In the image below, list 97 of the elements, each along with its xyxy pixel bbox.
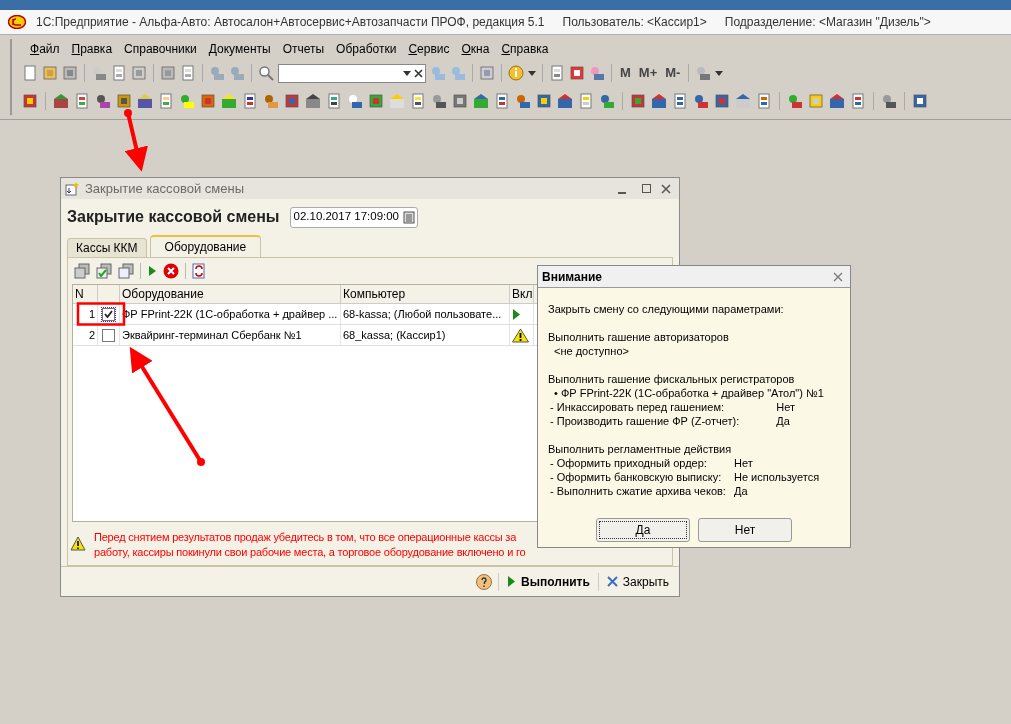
dialog-text: - Производить гашение ФР (Z-отчет):: [549, 414, 741, 428]
column-header: N: [75, 286, 84, 303]
warning-icon: [70, 536, 86, 551]
toolbar-icon[interactable]: [305, 93, 321, 109]
section-heading: Выполнить регламентные действия: [548, 442, 733, 456]
clear-icon[interactable]: [414, 68, 423, 78]
user-label: Пользователь: <Кассир1>: [562, 14, 707, 31]
dialog-text: <не доступно>: [553, 344, 629, 358]
toolbar-icon[interactable]: [242, 93, 258, 109]
dialog-button[interactable]: Да: [596, 518, 690, 542]
toolbar-icon[interactable]: [881, 93, 897, 109]
menu-item[interactable]: Справка: [499, 40, 551, 58]
close-icon: [606, 576, 618, 587]
menu-item[interactable]: Отчеты: [280, 40, 327, 58]
toolbar-icon[interactable]: [22, 93, 38, 109]
section-heading: Выполнить гашение фискальных регистраторов: [548, 372, 796, 386]
tab[interactable]: Кассы ККМ: [67, 238, 147, 257]
play-icon[interactable]: [147, 265, 157, 277]
help-icon[interactable]: [476, 573, 493, 590]
dialog-text: - Инкассировать перед гашением:: [549, 400, 725, 414]
dialog-value: Нет: [733, 456, 754, 470]
toolbar-icon[interactable]: [74, 93, 90, 109]
toolbar-icon[interactable]: [912, 93, 928, 109]
document-icon: [65, 181, 79, 196]
window-title: Закрытие кассовой смены: [85, 179, 245, 198]
warning-text: Перед снятием результатов продаж убедитесь в том, что все операционные кассы за: [94, 530, 518, 545]
toolbar-icon[interactable]: [284, 93, 300, 109]
app-logo-icon: [8, 15, 26, 29]
date-field[interactable]: 02.10.2017 17:09:00: [289, 206, 418, 228]
column-header: Оборудование: [122, 286, 204, 303]
search-field[interactable]: [278, 63, 426, 83]
menu-item[interactable]: Правка: [69, 40, 115, 58]
dialog-value: Да: [733, 484, 749, 498]
toolbar-icon[interactable]: [431, 93, 447, 109]
uncheck-all-icon[interactable]: [118, 263, 134, 279]
check-all-icon[interactable]: [96, 263, 112, 279]
toolbar-icon[interactable]: [756, 93, 772, 109]
dialog-value: Не используется: [733, 470, 820, 484]
play-icon: [507, 576, 516, 587]
new-document-icon[interactable]: [22, 65, 38, 81]
dialog-text: - Выполнить сжатие архива чеков:: [549, 484, 726, 498]
close-button[interactable]: Закрыть: [604, 572, 671, 591]
close-icon[interactable]: [661, 183, 671, 194]
toolbar-icon[interactable]: [672, 93, 688, 109]
dropdown-icon[interactable]: [715, 70, 724, 76]
toolbar-icon[interactable]: [714, 93, 730, 109]
toolbar-icon[interactable]: [137, 93, 153, 109]
toolbar-icon[interactable]: [116, 93, 132, 109]
toolbar-icon[interactable]: [347, 93, 363, 109]
arrow: [124, 109, 148, 172]
dialog-text: Закрыть смену со следующими параметрами:: [548, 302, 785, 316]
dialog-text: - Оформить банковскую выписку:: [549, 470, 723, 484]
memory-button[interactable]: M: [618, 63, 633, 83]
menu-item[interactable]: Сервис: [406, 40, 452, 58]
toolbar-icon[interactable]: [536, 93, 552, 109]
dialog-button[interactable]: Нет: [698, 518, 792, 542]
toolbar-icon[interactable]: [630, 93, 646, 109]
row-number: 2: [88, 327, 95, 343]
menu-item[interactable]: Файл: [28, 40, 62, 58]
dialog-value: Да: [776, 414, 791, 428]
menu-item[interactable]: Обработки: [334, 40, 399, 58]
toolbar-icon[interactable]: [410, 93, 426, 109]
table-cell-text: 68_kassa; (Кассир1): [343, 327, 446, 343]
dropdown-icon[interactable]: [403, 70, 411, 76]
window-title: 1С:Предприятие - Альфа-Авто: Автосалон+Автосервис+Автозапчасти ПРОФ, редакция 5.1: [36, 14, 545, 31]
section-heading: Выполнить гашение авторизаторов: [548, 330, 730, 344]
row-number: 1: [88, 306, 95, 322]
table-cell-text: Эквайринг-терминал Сбербанк №1: [122, 327, 302, 343]
dialog-text: - Оформить приходный ордер:: [549, 456, 708, 470]
dropdown-icon[interactable]: [528, 70, 536, 76]
toolbar-icon[interactable]: [95, 93, 111, 109]
dialog-text: • ФР FPrint-22К (1С-обработка + драйвер "Атол") №1: [553, 386, 824, 400]
toolbar-icon[interactable]: [326, 93, 342, 109]
warning-text: работу, кассиры покинули свои рабочие места, а торговое оборудование включено и го: [94, 545, 526, 560]
close-icon[interactable]: [833, 271, 843, 282]
table-cell-text: 68-kassa; (Любой пользовате...: [343, 306, 502, 322]
dialog-title: Внимание: [542, 268, 603, 286]
checkbox[interactable]: [102, 328, 115, 342]
cancel-icon[interactable]: [163, 263, 179, 279]
tab[interactable]: Оборудование: [149, 235, 262, 257]
checkbox[interactable]: [102, 307, 115, 321]
toolbar-icon[interactable]: [494, 93, 510, 109]
column-header: Вкл: [512, 286, 533, 303]
menu-item[interactable]: Документы: [206, 40, 273, 58]
form-heading: Закрытие кассовой смены: [67, 207, 280, 227]
toolbar-icon[interactable]: [850, 93, 866, 109]
menu-item[interactable]: Окна: [459, 40, 492, 58]
memory-button[interactable]: M-: [663, 63, 683, 83]
search-icon[interactable]: [258, 65, 274, 81]
refresh-icon[interactable]: [192, 263, 206, 279]
memory-button[interactable]: M+: [636, 63, 660, 83]
dialog-value: Нет: [776, 400, 796, 414]
department-label: Подразделение: <Магазин "Дизель">: [724, 14, 931, 31]
run-button[interactable]: Выполнить: [505, 572, 592, 591]
menu-item[interactable]: Справочники: [122, 40, 199, 58]
checkmark-icon: [104, 310, 113, 318]
column-header: Компьютер: [343, 286, 406, 303]
